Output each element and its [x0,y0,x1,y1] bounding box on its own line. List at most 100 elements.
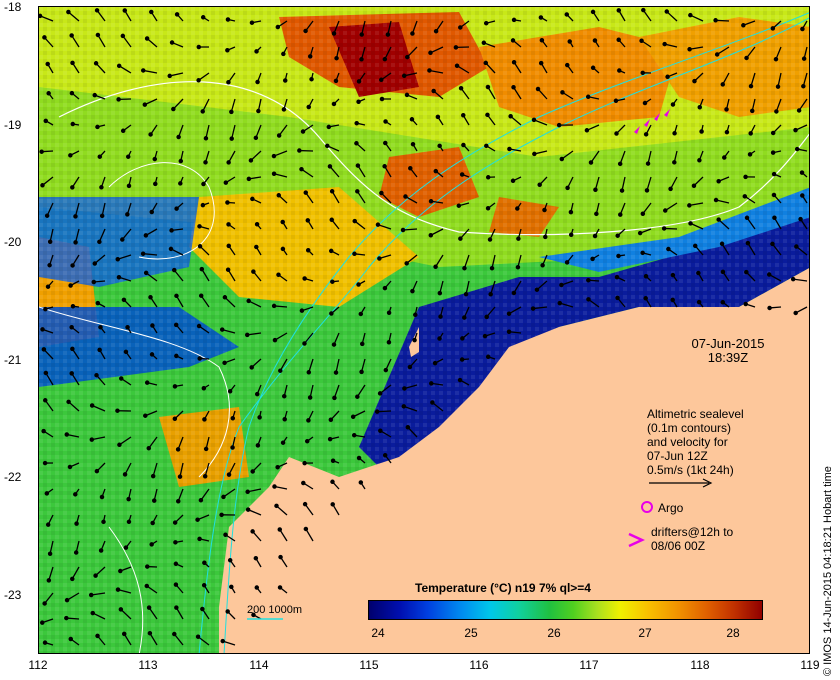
velocity-arrowhead [616,253,621,259]
velocity-arrowhead [640,70,645,76]
velocity-arrowhead [70,263,75,268]
velocity-arrowhead [463,291,469,297]
velocity-arrowhead [251,269,256,274]
velocity-arrowhead [640,250,645,256]
velocity-arrowhead [794,244,799,249]
velocity-arrowhead [277,527,283,532]
velocity-arrowhead [744,215,750,221]
velocity-arrowhead [99,213,105,219]
velocity-arrowhead [333,370,339,375]
velocity-arrowhead [748,83,754,89]
velocity-arrowhead [688,221,693,226]
velocity-arrowhead [410,288,415,294]
velocity-arrowhead [538,60,544,66]
velocity-arrowhead [202,473,208,479]
image-date: 07-Jun-2015 [691,336,765,351]
velocity-arrowhead [44,213,50,218]
velocity-arrowhead [41,347,47,352]
velocity-arrowhead [745,240,751,246]
velocity-arrowhead [172,384,178,389]
velocity-arrowhead [530,306,536,311]
velocity-arrowhead [404,92,410,98]
velocity-arrowhead [253,555,259,561]
velocity-arrowhead [297,148,302,153]
velocity-arrowhead [377,391,383,396]
velocity-arrowhead [123,545,129,550]
velocity-arrowhead [534,287,540,292]
velocity-arrowhead [379,96,385,102]
velocity-arrowhead [302,501,308,507]
velocity-arrowhead [454,63,460,68]
velocity-arrowhead [670,102,676,107]
velocity-arrowhead [246,298,251,304]
velocity-arrowhead [222,360,227,366]
velocity-arrowhead [40,327,45,332]
velocity-arrowhead [146,605,152,610]
velocity-arrowhead [742,194,748,199]
velocity-arrowhead [305,247,311,253]
velocity-arrowhead [542,207,547,213]
velocity-arrowhead [121,631,127,637]
velocity-arrowhead [462,315,467,320]
velocity-arrowhead [245,332,250,338]
velocity-arrowhead [535,86,541,92]
velocity-arrowhead [592,38,598,43]
y-tick: -19 [4,118,22,132]
velocity-arrowhead [307,395,313,400]
velocity-arrowhead [428,199,434,204]
velocity-arrowhead [122,8,128,13]
velocity-arrowhead [435,114,441,120]
velocity-arrowhead [246,176,252,182]
velocity-arrowhead [482,333,488,339]
velocity-arrowhead [280,440,286,445]
velocity-arrowhead [744,55,749,61]
velocity-arrowhead [225,200,230,205]
velocity-arrowhead [278,368,283,373]
velocity-arrowhead [515,206,520,211]
velocity-arrowhead [358,311,364,317]
velocity-arrowhead [281,51,286,57]
image-timestamp: 07-Jun-2015 18:39Z [678,337,778,365]
velocity-arrowhead [770,26,776,31]
y-tick: -21 [4,353,22,367]
velocity-arrowhead [697,104,703,110]
velocity-arrowhead [329,311,334,316]
velocity-arrowhead [271,153,277,159]
velocity-arrowhead [614,131,619,136]
velocity-arrowhead [481,40,487,46]
velocity-arrowhead [42,460,48,466]
velocity-arrowhead [47,239,53,244]
velocity-arrowhead [120,237,125,242]
velocity-arrowhead [594,211,599,217]
velocity-arrowhead [98,324,103,330]
velocity-arrowhead [687,203,692,208]
velocity-arrowhead [126,183,132,189]
velocity-arrowhead [116,63,122,69]
velocity-arrowhead [743,301,748,307]
velocity-arrowhead [485,206,491,211]
velocity-arrowhead [354,120,359,126]
velocity-arrowhead [151,498,157,503]
velocity-arrowhead [537,182,542,187]
velocity-arrowhead [73,214,78,219]
velocity-arrowhead [40,183,45,188]
velocity-arrowhead [403,194,408,199]
velocity-arrowhead [666,246,671,252]
velocity-arrowhead [408,165,413,171]
velocity-arrowhead [226,243,232,249]
velocity-arrowhead [42,398,48,403]
velocity-arrowhead [352,218,357,224]
velocity-arrowhead [68,153,73,158]
velocity-arrowhead [672,160,677,165]
velocity-arrowhead [196,78,201,83]
velocity-arrowhead [271,171,277,177]
velocity-arrowhead [172,267,177,273]
velocity-arrowhead [94,8,100,13]
velocity-arrowhead [382,56,388,62]
velocity-arrowhead [560,90,565,95]
velocity-arrowhead [116,274,122,280]
velocity-arrowhead [225,609,230,614]
velocity-arrowhead [153,181,158,187]
velocity-arrowhead [351,432,357,438]
velocity-arrowhead [305,218,311,223]
